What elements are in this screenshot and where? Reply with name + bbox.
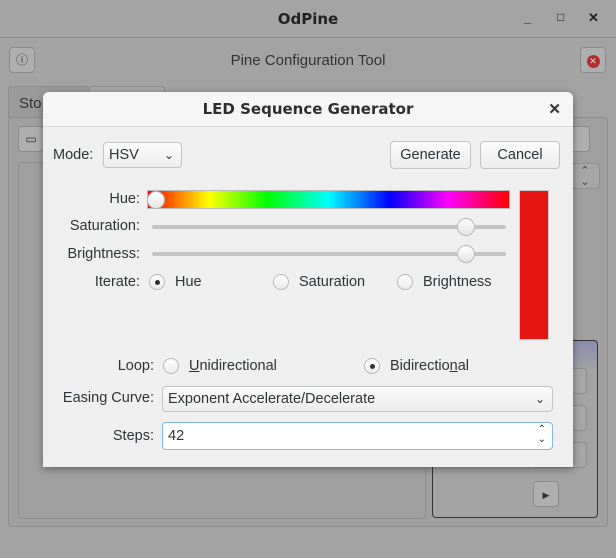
hue-slider-handle[interactable]: [147, 191, 165, 209]
label-start: Bidirectio: [390, 358, 450, 374]
led-sequence-dialog: LED Sequence Generator ✕ Mode: HSV ⌄ Gene…: [43, 92, 573, 467]
loop-bidirectional-label[interactable]: Bidirectional: [390, 358, 469, 374]
dialog-title: LED Sequence Generator: [43, 92, 573, 127]
mode-select[interactable]: HSV ⌄: [103, 142, 182, 168]
window-close-button[interactable]: ✕: [588, 10, 599, 26]
loop-unidirectional-radio[interactable]: [163, 358, 179, 374]
mode-label: Mode:: [53, 147, 94, 163]
hue-slider[interactable]: [147, 190, 510, 209]
loop-bidirectional-radio[interactable]: [364, 358, 380, 374]
steps-spinbox[interactable]: 42 ⌃ ⌄: [162, 422, 553, 450]
chevron-down-icon: ⌄: [534, 392, 545, 406]
steps-label: Steps:: [112, 428, 154, 444]
brightness-slider[interactable]: [152, 252, 506, 256]
play-icon: ▶: [542, 490, 550, 500]
brightness-label: Brightness:: [67, 246, 140, 262]
iterate-hue-label[interactable]: Hue: [175, 274, 202, 290]
saturation-label: Saturation:: [69, 218, 140, 234]
play-button[interactable]: ▶: [533, 481, 559, 507]
color-preview: [519, 190, 549, 340]
spin-top[interactable]: ⌃ ⌄: [570, 163, 600, 189]
steps-value: 42: [168, 428, 185, 444]
mnemonic: n: [449, 358, 458, 374]
iterate-brightness-label[interactable]: Brightness: [423, 274, 492, 290]
app-close-button[interactable]: ✕: [580, 47, 606, 73]
tab-label: Sto: [19, 95, 42, 112]
generate-button[interactable]: Generate: [390, 141, 471, 169]
chevron-down-icon: ⌄: [163, 148, 174, 162]
saturation-slider-handle[interactable]: [457, 218, 475, 236]
mnemonic: U: [189, 358, 200, 374]
iterate-label: Iterate:: [94, 274, 140, 290]
close-circle-icon: ✕: [586, 55, 600, 68]
easing-curve-select[interactable]: Exponent Accelerate/Decelerate ⌄: [162, 386, 553, 412]
app-title: Pine Configuration Tool: [230, 52, 386, 69]
iterate-brightness-radio[interactable]: [397, 274, 413, 290]
open-folder-button[interactable]: ▭: [18, 126, 44, 152]
easing-curve-label: Easing Curve:: [62, 390, 154, 406]
iterate-hue-radio[interactable]: [149, 274, 165, 290]
folder-icon: ▭: [25, 132, 37, 146]
loop-label: Loop:: [117, 358, 154, 374]
label-rest: nidirectional: [199, 358, 277, 374]
iterate-saturation-label[interactable]: Saturation: [299, 274, 365, 290]
mode-value: HSV: [109, 147, 139, 163]
saturation-slider[interactable]: [152, 225, 506, 229]
hue-label: Hue:: [109, 191, 140, 207]
label-rest: al: [457, 358, 470, 374]
easing-curve-value: Exponent Accelerate/Decelerate: [168, 391, 376, 407]
window-title: OdPine: [277, 10, 339, 28]
minimize-button[interactable]: _: [524, 10, 531, 25]
dialog-close-button[interactable]: ✕: [548, 92, 561, 127]
loop-unidirectional-label[interactable]: Unidirectional: [189, 358, 277, 374]
cancel-button[interactable]: Cancel: [480, 141, 560, 169]
maximize-button[interactable]: □: [557, 10, 564, 24]
spin-arrows-icon[interactable]: ⌃ ⌄: [538, 425, 546, 445]
iterate-saturation-radio[interactable]: [273, 274, 289, 290]
brightness-slider-handle[interactable]: [457, 245, 475, 263]
